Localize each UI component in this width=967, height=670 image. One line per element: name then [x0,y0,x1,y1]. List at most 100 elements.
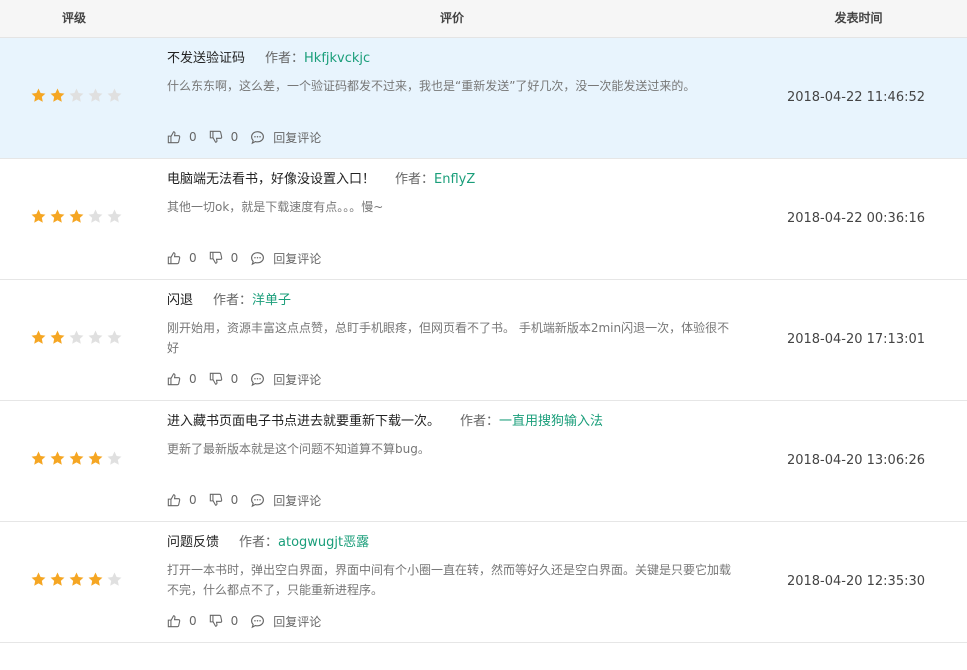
dislike-button[interactable]: 0 [209,372,238,386]
star-filled-icon [87,450,104,467]
reply-button[interactable]: 回复评论 [250,492,321,509]
review-title-line: 不发送验证码 作者：Hkfjkvckjc [167,49,737,69]
thumbs-up-icon [167,614,185,628]
like-count: 0 [189,372,197,386]
star-filled-icon [30,87,47,104]
review-content: 电脑端无法看书，好像没设置入口！ 作者：EnflyZ 其他一切ok，就是下载速度有点… [167,170,737,217]
reviews-page: 评级 评价 发表时间 不发送验证码 作者：Hkfjkvckjc 什么东东啊，这么差，… [0,0,967,670]
review-title: 进入藏书页面电子书点进去就要重新下载一次。 [167,414,441,429]
like-button[interactable]: 0 [167,493,197,507]
star-filled-icon [87,571,104,588]
dislike-button[interactable]: 0 [209,614,238,628]
review-title: 不发送验证码 [167,51,246,66]
dislike-button[interactable]: 0 [209,251,239,265]
review-content: 进入藏书页面电子书点进去就要重新下载一次。 作者：一直用搜狗输入法更新了最新版本就… [167,412,737,459]
review-body: 什么东东啊，这么差，一个验证码都发不过来，我也是“重新发送”了好几次，没一次能发… [167,79,696,93]
reply-button[interactable]: 回复评论 [250,613,321,630]
reply-label: 回复评论 [273,614,322,629]
dislike-count: 0 [230,251,239,265]
star-filled-icon [30,329,47,346]
star-empty-icon [68,87,85,104]
star-empty-icon [87,87,104,104]
reply-button[interactable]: 回复评论 [250,250,321,267]
review-title-line: 问题反馈 作者：atogwugjt恶露 [167,533,737,553]
dislike-button[interactable]: 0 [209,493,239,507]
author-label: 作者： [395,172,435,187]
review-row: 进入藏书页面电子书点进去就要重新下载一次。 作者：一直用搜狗输入法更新了最新版本就… [0,401,967,522]
reply-label: 回复评论 [273,372,322,387]
star-empty-icon [68,329,85,346]
star-filled-icon [30,208,47,225]
like-button[interactable]: 0 [167,372,197,386]
author-name[interactable]: atogwugjt恶露 [278,535,369,550]
star-filled-icon [68,450,85,467]
review-time: 2018-04-20 12:35:30 [786,574,926,589]
header-time: 发表时间 [834,11,883,25]
star-rating [30,208,123,230]
review-actions: 0 0 回复评论 [167,370,333,388]
review-actions: 0 0 回复评论 [167,128,333,146]
reply-label: 回复评论 [273,493,322,508]
header-review: 评价 [439,11,464,25]
review-content: 问题反馈 作者：atogwugjt恶露打开一本书时，弹出空白界面，界面中间有个小圈… [167,533,737,600]
author-label: 作者： [213,293,253,308]
review-row: 不发送验证码 作者：Hkfjkvckjc 什么东东啊，这么差，一个验证码都发不过来，… [0,38,967,159]
review-body: 刚开始用，资源丰富这点点赞，总盯手机眼疼，但网页看不了书。 手机端新版本2min… [167,321,730,355]
review-body: 其他一切ok，就是下载速度有点。。。慢~ [167,200,384,214]
review-title-line: 电脑端无法看书，好像没设置入口！ 作者：EnflyZ [167,170,737,190]
review-time: 2018-04-20 17:13:01 [786,332,926,347]
like-button[interactable]: 0 [167,614,197,628]
dislike-button[interactable]: 0 [209,130,238,144]
thumbs-down-icon [209,372,227,386]
star-empty-icon [106,571,123,588]
review-title-line: 进入藏书页面电子书点进去就要重新下载一次。 作者：一直用搜狗输入法 [167,412,737,432]
thumbs-up-icon [167,372,185,386]
reply-button[interactable]: 回复评论 [250,371,321,388]
author-name[interactable]: 洋单子 [252,293,291,308]
author-name[interactable]: 一直用搜狗输入法 [499,414,603,429]
thumbs-down-icon [209,251,227,265]
star-empty-icon [106,87,123,104]
review-row: 问题反馈 作者：atogwugjt恶露打开一本书时，弹出空白界面，界面中间有个小圈… [0,522,967,643]
like-count: 0 [189,130,197,144]
review-actions: 0 0 回复评论 [167,612,333,630]
review-actions: 0 0 回复评论 [167,249,333,267]
review-actions: 0 0 回复评论 [167,491,333,509]
star-empty-icon [106,208,123,225]
table-header: 评级 评价 发表时间 [0,0,967,38]
comment-icon [250,493,269,508]
star-empty-icon [106,450,123,467]
comment-icon [250,372,269,387]
thumbs-down-icon [209,130,227,144]
header-rating: 评级 [61,11,86,25]
star-filled-icon [49,450,66,467]
review-body: 更新了最新版本就是这个问题不知道算不算bug。 [167,442,430,456]
thumbs-up-icon [167,130,185,144]
comment-icon [250,130,269,145]
reply-label: 回复评论 [273,251,322,266]
star-filled-icon [49,208,66,225]
author-label: 作者： [239,535,279,550]
dislike-count: 0 [230,493,239,507]
review-title: 问题反馈 [167,535,220,550]
review-row: 闪退 作者：洋单子刚开始用，资源丰富这点点赞，总盯手机眼疼，但网页看不了书。 手机… [0,280,967,401]
review-row: 电脑端无法看书，好像没设置入口！ 作者：EnflyZ 其他一切ok，就是下载速度有点… [0,159,967,280]
like-button[interactable]: 0 [167,251,197,265]
review-time: 2018-04-20 13:06:26 [786,453,926,468]
author-name[interactable]: Hkfjkvckjc [304,51,370,66]
star-filled-icon [68,208,85,225]
review-body: 打开一本书时，弹出空白界面，界面中间有个小圈一直在转，然而等好久还是空白界面。关… [167,563,732,597]
star-empty-icon [87,208,104,225]
review-content: 闪退 作者：洋单子刚开始用，资源丰富这点点赞，总盯手机眼疼，但网页看不了书。 手机… [167,291,737,358]
review-title-line: 闪退 作者：洋单子 [167,291,737,311]
star-rating [30,329,123,351]
star-empty-icon [106,329,123,346]
reply-button[interactable]: 回复评论 [250,129,321,146]
star-filled-icon [68,571,85,588]
like-button[interactable]: 0 [167,130,197,144]
review-title: 电脑端无法看书，好像没设置入口！ [167,172,376,187]
thumbs-up-icon [167,251,185,265]
star-rating [30,571,123,593]
author-name[interactable]: EnflyZ [434,172,475,187]
author-label: 作者： [460,414,500,429]
